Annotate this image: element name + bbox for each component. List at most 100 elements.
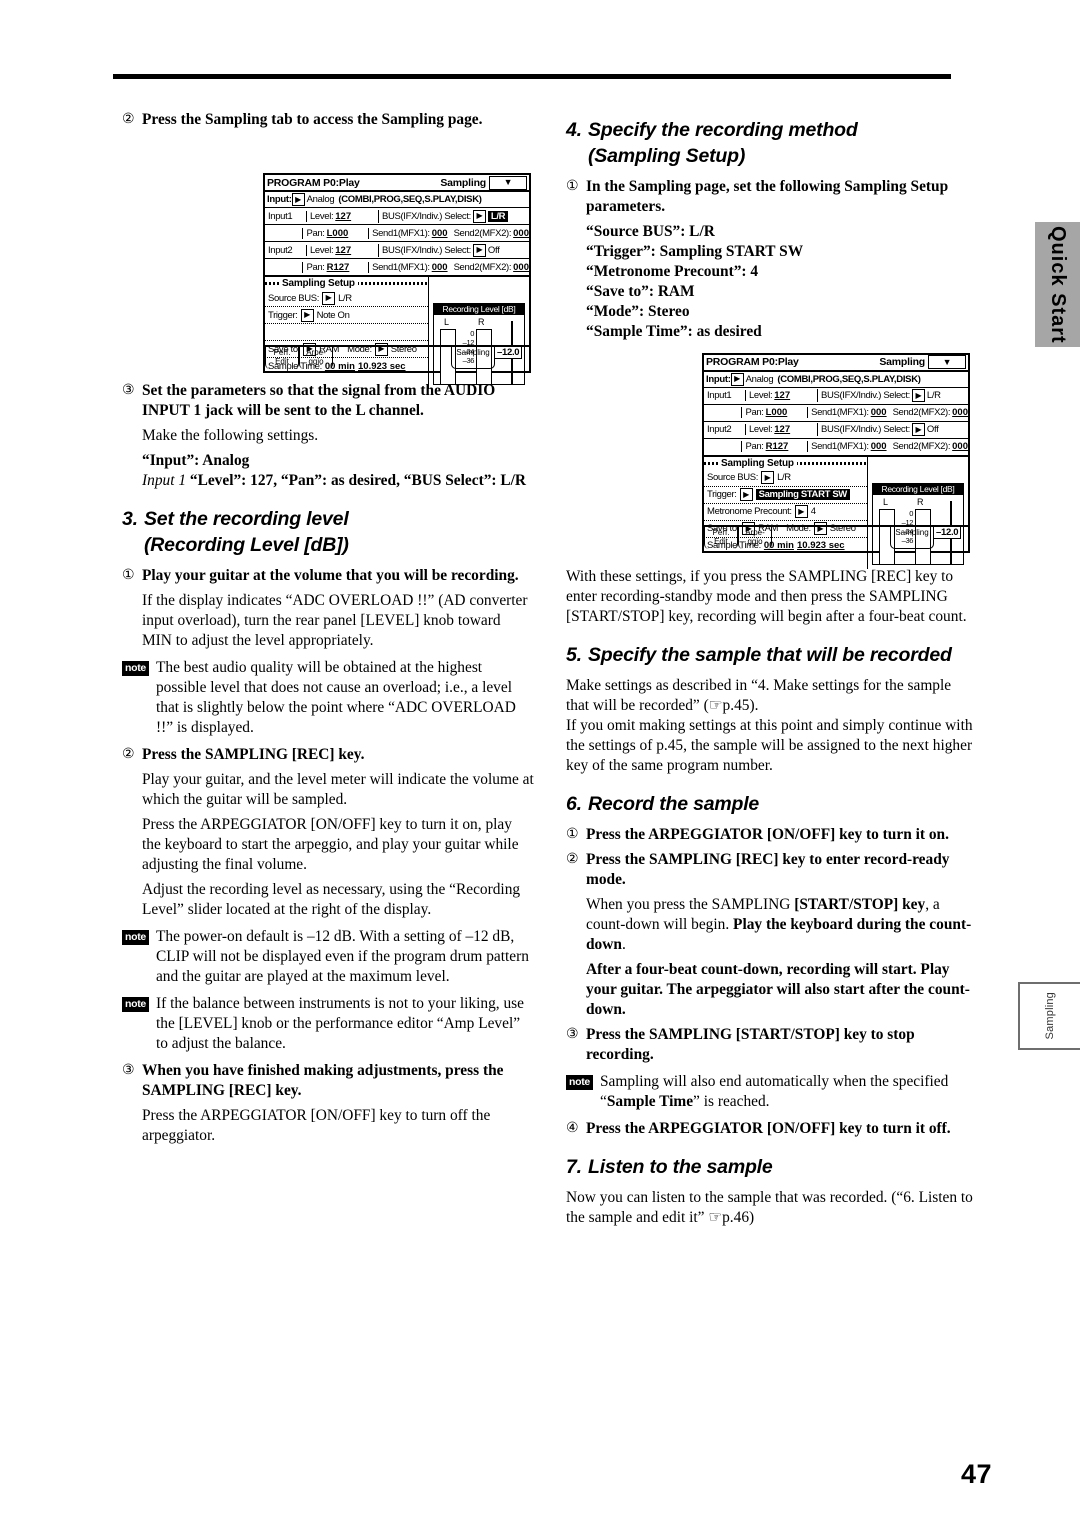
s6-step-2-marker: ② <box>566 851 579 867</box>
page-number: 47 <box>960 1459 992 1489</box>
lcd2-input2-send1-value[interactable]: 000 <box>871 441 887 452</box>
right-column: 4. Specify the recording method (Sampling… <box>566 110 978 1233</box>
lcd1-input2-bus-value[interactable]: Off <box>488 245 500 256</box>
lcd2-input2-send2-value[interactable]: 000 <box>952 441 968 452</box>
lcd2-tab-sampling[interactable]: Sampling <box>890 526 934 549</box>
lcd1-source-bus-value[interactable]: L/R <box>338 293 352 304</box>
step-3-italic-lead: Input 1 <box>142 472 187 490</box>
lcd2-input-grid: Input1 Level: 127 BUS(IFX/Indiv.) Select:… <box>704 388 968 457</box>
lcd2-row-input1-pan: Pan: L000 Send1(MFX1): 000 Send2(MFX2): 000 <box>704 405 968 422</box>
s4-param-1: “Trigger”: Sampling START SW <box>586 242 804 260</box>
lcd1-input1-send2-label: Send2(MFX2): <box>453 227 512 239</box>
section-3-heading: 3. Set the recording level (Recording Lev… <box>122 507 534 559</box>
lcd1-input2-send2-value[interactable]: 000 <box>513 262 529 273</box>
lcd2-sampling-setup: Sampling Setup Source BUS: ▶ L/R Trigger… <box>704 456 968 569</box>
lcd1-input-arrow-icon[interactable]: ▶ <box>291 193 305 207</box>
lcd2-input1-level-label: Level: <box>749 390 773 402</box>
lcd2-meter-label-r: R <box>917 496 924 507</box>
lcd-screenshot-1-container: PROGRAM P0:Play Sampling ▼ Input: ▶ Anal… <box>122 135 534 390</box>
lcd2-input2-bus-arrow-icon[interactable]: ▶ <box>911 423 925 437</box>
lcd2-tab-perf-edit[interactable]: Perf. Edit <box>704 526 738 549</box>
s4-param-5: “Sample Time”: as desired <box>586 322 762 340</box>
section-6-title: Record the sample <box>588 793 760 816</box>
lcd1-input2-pan-value[interactable]: R127 <box>327 262 350 273</box>
lcd1-input2-send1-value[interactable]: 000 <box>432 262 448 273</box>
lcd1-page-menu-button[interactable]: ▼ <box>489 175 527 190</box>
lcd2-title-right: Sampling <box>879 356 925 369</box>
lcd1-recording-level-meter: Recording Level [dB] L R 0 –12 –24 –36 –… <box>433 303 525 386</box>
s3-step-2-body-3: Adjust the recording level as necessary,… <box>142 881 521 919</box>
lcd-screenshot-1: PROGRAM P0:Play Sampling ▼ Input: ▶ Anal… <box>263 173 531 390</box>
lcd2-input1-send2-value[interactable]: 000 <box>952 407 968 418</box>
lcd2-row-input1-level: Input1 Level: 127 BUS(IFX/Indiv.) Select:… <box>704 388 968 405</box>
s3-step-2-marker: ② <box>122 747 135 763</box>
lcd1-trigger-row: Trigger: ▶ Note On <box>265 307 428 325</box>
lcd2-title-left: PROGRAM P0:Play <box>706 356 799 369</box>
lcd2-trigger-label: Trigger: <box>707 489 737 501</box>
lcd1-tab-sampling[interactable]: Sampling <box>451 347 495 370</box>
lcd2-row-input2-pan: Pan: R127 Send1(MFX1): 000 Send2(MFX2): 000 <box>704 439 968 455</box>
lcd2-input-value[interactable]: Analog <box>746 374 774 385</box>
lcd2-trigger-value[interactable]: Sampling START SW <box>755 489 850 501</box>
lcd2-row-input2-level: Input2 Level: 127 BUS(IFX/Indiv.) Select:… <box>704 422 968 439</box>
lcd1-input1-send1-value[interactable]: 000 <box>432 228 448 239</box>
chevron-down-icon: ▼ <box>503 177 513 188</box>
section-5-number: 5. <box>566 644 582 667</box>
chevron-down-icon: ▼ <box>942 356 952 367</box>
lcd2-input2-pan-value[interactable]: R127 <box>766 441 789 452</box>
lcd2-input1-bus-arrow-icon[interactable]: ▶ <box>911 389 925 403</box>
lcd2-meter-title: Recording Level [dB] <box>873 483 963 495</box>
lcd1-input1-pan-value[interactable]: L000 <box>327 228 349 239</box>
step-3-body-2: “Input”: Analog <box>142 452 250 470</box>
lcd2-input-arrow-icon[interactable]: ▶ <box>730 372 744 386</box>
lcd1-source-bus-arrow-icon[interactable]: ▶ <box>322 291 336 305</box>
lcd2-input1-bus-label: BUS(IFX/Indiv.) Select: <box>821 390 910 402</box>
lcd2-trigger-row: Trigger: ▶ Sampling START SW <box>704 487 867 504</box>
side-tab-quick-start: Quick Start <box>1035 222 1080 347</box>
s6-step-3-text: Press the SAMPLING [START/STOP] key to s… <box>586 1026 915 1064</box>
step-3-marker: ③ <box>122 383 135 399</box>
lcd1-tab-perf-edit[interactable]: Perf. Edit <box>265 347 299 370</box>
s4-param-4: “Mode”: Stereo <box>586 302 690 320</box>
lcd1-input1-bus-value[interactable]: L/R <box>487 210 509 222</box>
lcd2-precount-value[interactable]: 4 <box>811 506 816 517</box>
lcd1-input1-bus-arrow-icon[interactable]: ▶ <box>472 209 486 223</box>
lcd2-input1-send2-label: Send2(MFX2): <box>892 407 951 419</box>
lcd1-input1-send2-value[interactable]: 000 <box>513 228 529 239</box>
lcd1-input1-bus-label: BUS(IFX/Indiv.) Select: <box>382 210 471 222</box>
lcd2-source-bus-value[interactable]: L/R <box>777 472 791 483</box>
step-3-bold-rest: “Level”: 127, “Pan”: as desired, “BUS Se… <box>186 472 527 490</box>
side-tab-sampling-label: Sampling <box>1044 992 1056 1040</box>
lcd1-input2-send2-label: Send2(MFX2): <box>453 261 512 273</box>
lcd2-setup-params: Sampling Setup Source BUS: ▶ L/R Trigger… <box>704 456 868 569</box>
s3-step-2-body-1: Play your guitar, and the level meter wi… <box>142 771 534 809</box>
lcd1-input2-bus-label: BUS(IFX/Indiv.) Select: <box>382 244 471 256</box>
lcd2-trigger-arrow-icon[interactable]: ▶ <box>739 488 753 502</box>
lcd2-input1-bus-value[interactable]: L/R <box>927 390 941 401</box>
s3-step-2-text: Press the SAMPLING [REC] key. <box>142 746 365 764</box>
lcd1-input2-level-value[interactable]: 127 <box>335 245 351 256</box>
lcd2-input1-level-value[interactable]: 127 <box>774 390 790 401</box>
lcd1-input-value[interactable]: Analog <box>307 194 335 205</box>
lcd2-meter-area: Recording Level [dB] L R 0 –12 –24 –36 –… <box>868 457 968 569</box>
note-2-text: The power-on default is –12 dB. With a s… <box>155 928 529 986</box>
lcd2-input1-pan-value[interactable]: L000 <box>766 407 788 418</box>
s3-step-3-body: Press the ARPEGGIATOR [ON/OFF] key to tu… <box>142 1107 491 1145</box>
lcd2-page-menu-button[interactable]: ▼ <box>928 355 966 370</box>
lcd1-trigger-value[interactable]: Note On <box>317 310 350 321</box>
lcd2-tab-arpeggio[interactable]: Arpe-ggio <box>738 526 772 549</box>
lcd2-input2-bus-value[interactable]: Off <box>927 424 939 435</box>
lcd2-input1-send1-value[interactable]: 000 <box>871 407 887 418</box>
s5-body-2: If you omit making settings at this poin… <box>566 716 973 774</box>
lcd1-tab-arpeggio[interactable]: Arpe-ggio <box>299 347 333 370</box>
lcd2-source-bus-arrow-icon[interactable]: ▶ <box>761 471 775 485</box>
section-3-title-line1: Set the recording level <box>144 508 349 531</box>
lcd2-input2-level-value[interactable]: 127 <box>774 424 790 435</box>
lcd1-input2-bus-arrow-icon[interactable]: ▶ <box>472 243 486 257</box>
lcd1-input1-level-value[interactable]: 127 <box>335 211 351 222</box>
lcd-screenshot-2-container: PROGRAM P0:Play Sampling ▼ Input: ▶ Anal… <box>566 347 978 569</box>
lcd1-trigger-arrow-icon[interactable]: ▶ <box>300 308 314 322</box>
note-4: note Sampling will also end automaticall… <box>566 1072 978 1112</box>
lcd2-precount-arrow-icon[interactable]: ▶ <box>794 505 808 519</box>
s7-body: Now you can listen to the sample that wa… <box>566 1189 973 1227</box>
